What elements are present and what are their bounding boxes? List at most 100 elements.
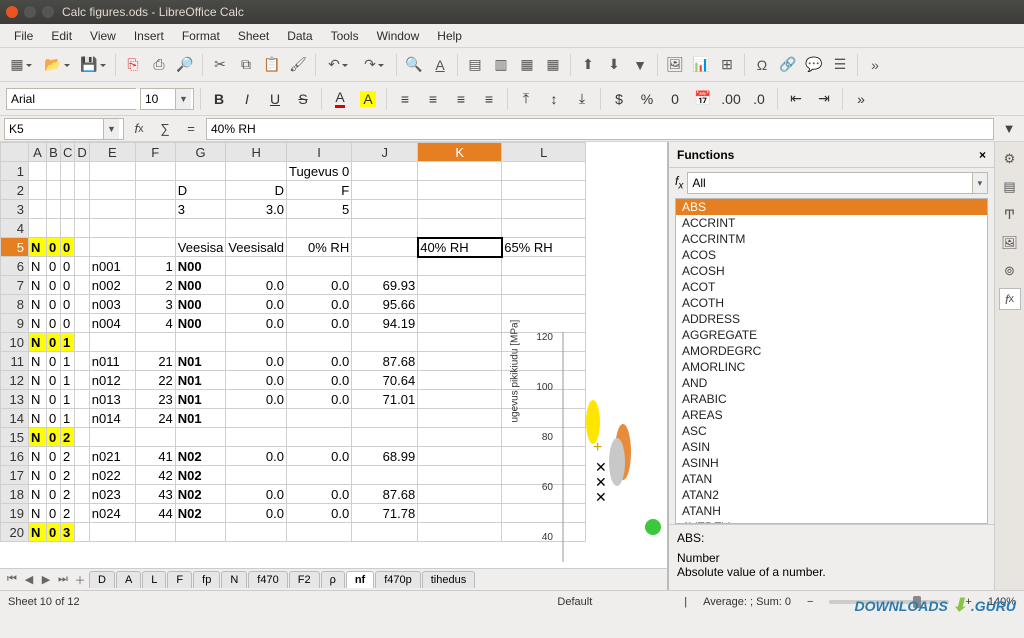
formula-input[interactable] (207, 119, 993, 139)
cell-J2[interactable] (352, 181, 418, 200)
cell-I17[interactable] (286, 466, 351, 485)
function-ASINH[interactable]: ASINH (676, 455, 987, 471)
font-size-input[interactable] (141, 89, 175, 109)
function-ACOT[interactable]: ACOT (676, 279, 987, 295)
underline-button[interactable]: U (263, 87, 287, 111)
function-AND[interactable]: AND (676, 375, 987, 391)
cell-I12[interactable]: 0.0 (286, 371, 351, 390)
sheet-tab-F2[interactable]: F2 (289, 571, 320, 588)
zoom-in-button[interactable]: + (965, 596, 971, 608)
menu-help[interactable]: Help (429, 27, 470, 45)
cell-D16[interactable] (75, 447, 89, 466)
cell-I14[interactable] (286, 409, 351, 428)
zoom-slider[interactable] (829, 600, 949, 604)
cell-H9[interactable]: 0.0 (226, 314, 287, 333)
function-ACOS[interactable]: ACOS (676, 247, 987, 263)
cell-F7[interactable]: 2 (135, 276, 175, 295)
cell-D13[interactable] (75, 390, 89, 409)
cell-L3[interactable] (502, 200, 586, 219)
cell-C12[interactable]: 1 (61, 371, 75, 390)
save-button[interactable]: 💾 (76, 53, 110, 77)
tab-first-button[interactable]: ⏮ (4, 573, 20, 586)
row-button[interactable]: ▤ (463, 53, 487, 77)
spellcheck-button[interactable]: A (428, 53, 452, 77)
cell-K9[interactable] (418, 314, 502, 333)
cell-K18[interactable] (418, 485, 502, 504)
valign-top-button[interactable]: ⤒ (514, 87, 538, 111)
date-button[interactable]: 📅 (691, 87, 715, 111)
cell-C18[interactable]: 2 (61, 485, 75, 504)
cell-B20[interactable]: 0 (47, 523, 61, 542)
cell-G19[interactable]: N02 (175, 504, 226, 523)
cell-B9[interactable]: 0 (47, 314, 61, 333)
function-ACOTH[interactable]: ACOTH (676, 295, 987, 311)
cell-G13[interactable]: N01 (175, 390, 226, 409)
cell-J1[interactable] (352, 162, 418, 181)
cell-F13[interactable]: 23 (135, 390, 175, 409)
overflow-button[interactable]: » (849, 87, 873, 111)
cell-F19[interactable]: 44 (135, 504, 175, 523)
cell-J5[interactable] (352, 238, 418, 257)
cell-G2[interactable]: D (175, 181, 226, 200)
cell-I2[interactable]: F (286, 181, 351, 200)
menu-tools[interactable]: Tools (323, 27, 367, 45)
function-ADDRESS[interactable]: ADDRESS (676, 311, 987, 327)
merge-button[interactable]: ▦ (541, 53, 565, 77)
close-icon[interactable]: × (979, 148, 986, 162)
row-header-8[interactable]: 8 (1, 295, 29, 314)
cell-C15[interactable]: 2 (61, 428, 75, 447)
cell-J9[interactable]: 94.19 (352, 314, 418, 333)
overflow-button[interactable]: » (863, 53, 887, 77)
chevron-updown-icon[interactable]: ▾ (972, 173, 987, 193)
cell-E4[interactable] (89, 219, 135, 238)
cell-H18[interactable]: 0.0 (226, 485, 287, 504)
cell-C4[interactable] (61, 219, 75, 238)
cell-C16[interactable]: 2 (61, 447, 75, 466)
sheet-tab-F[interactable]: F (167, 571, 192, 588)
cell-K4[interactable] (418, 219, 502, 238)
cell-B12[interactable]: 0 (47, 371, 61, 390)
cell-D9[interactable] (75, 314, 89, 333)
sheet-tab-ρ[interactable]: ρ (321, 571, 345, 588)
cell-I8[interactable]: 0.0 (286, 295, 351, 314)
cell-B4[interactable] (47, 219, 61, 238)
cell-B3[interactable] (47, 200, 61, 219)
cell-I6[interactable] (286, 257, 351, 276)
del-decimal-button[interactable]: .0 (747, 87, 771, 111)
number-button[interactable]: 0 (663, 87, 687, 111)
align-center-button[interactable]: ≡ (421, 87, 445, 111)
cell-D5[interactable] (75, 238, 89, 257)
cell-A17[interactable]: N (29, 466, 47, 485)
cell-G3[interactable]: 3 (175, 200, 226, 219)
dec-indent-button[interactable]: ⇤ (784, 87, 808, 111)
grid-button[interactable]: ▦ (515, 53, 539, 77)
cell-B13[interactable]: 0 (47, 390, 61, 409)
cell-G8[interactable]: N00 (175, 295, 226, 314)
function-ABS[interactable]: ABS (676, 199, 987, 215)
cell-F8[interactable]: 3 (135, 295, 175, 314)
maximize-icon[interactable] (42, 6, 54, 18)
cell-K12[interactable] (418, 371, 502, 390)
cell-A5[interactable]: N (29, 238, 47, 257)
cell-G15[interactable] (175, 428, 226, 447)
cell-L5[interactable]: 65% RH (502, 238, 586, 257)
add-decimal-button[interactable]: .00 (719, 87, 743, 111)
cell-D7[interactable] (75, 276, 89, 295)
cell-D1[interactable] (75, 162, 89, 181)
menu-data[interactable]: Data (279, 27, 320, 45)
cell-E13[interactable]: n013 (89, 390, 135, 409)
col-header-G[interactable]: G (175, 143, 226, 162)
category-input[interactable] (688, 173, 971, 193)
cell-J15[interactable] (352, 428, 418, 447)
undo-button[interactable]: ↶ (321, 53, 355, 77)
cell-E15[interactable] (89, 428, 135, 447)
row-header-3[interactable]: 3 (1, 200, 29, 219)
sheet-tab-nf[interactable]: nf (346, 571, 374, 588)
row-header-1[interactable]: 1 (1, 162, 29, 181)
col-header-L[interactable]: L (502, 143, 586, 162)
function-ACCRINT[interactable]: ACCRINT (676, 215, 987, 231)
cell-C6[interactable]: 0 (61, 257, 75, 276)
cell-G16[interactable]: N02 (175, 447, 226, 466)
function-wizard-button[interactable]: fx (128, 119, 150, 139)
name-box[interactable]: ▼ (4, 118, 124, 140)
